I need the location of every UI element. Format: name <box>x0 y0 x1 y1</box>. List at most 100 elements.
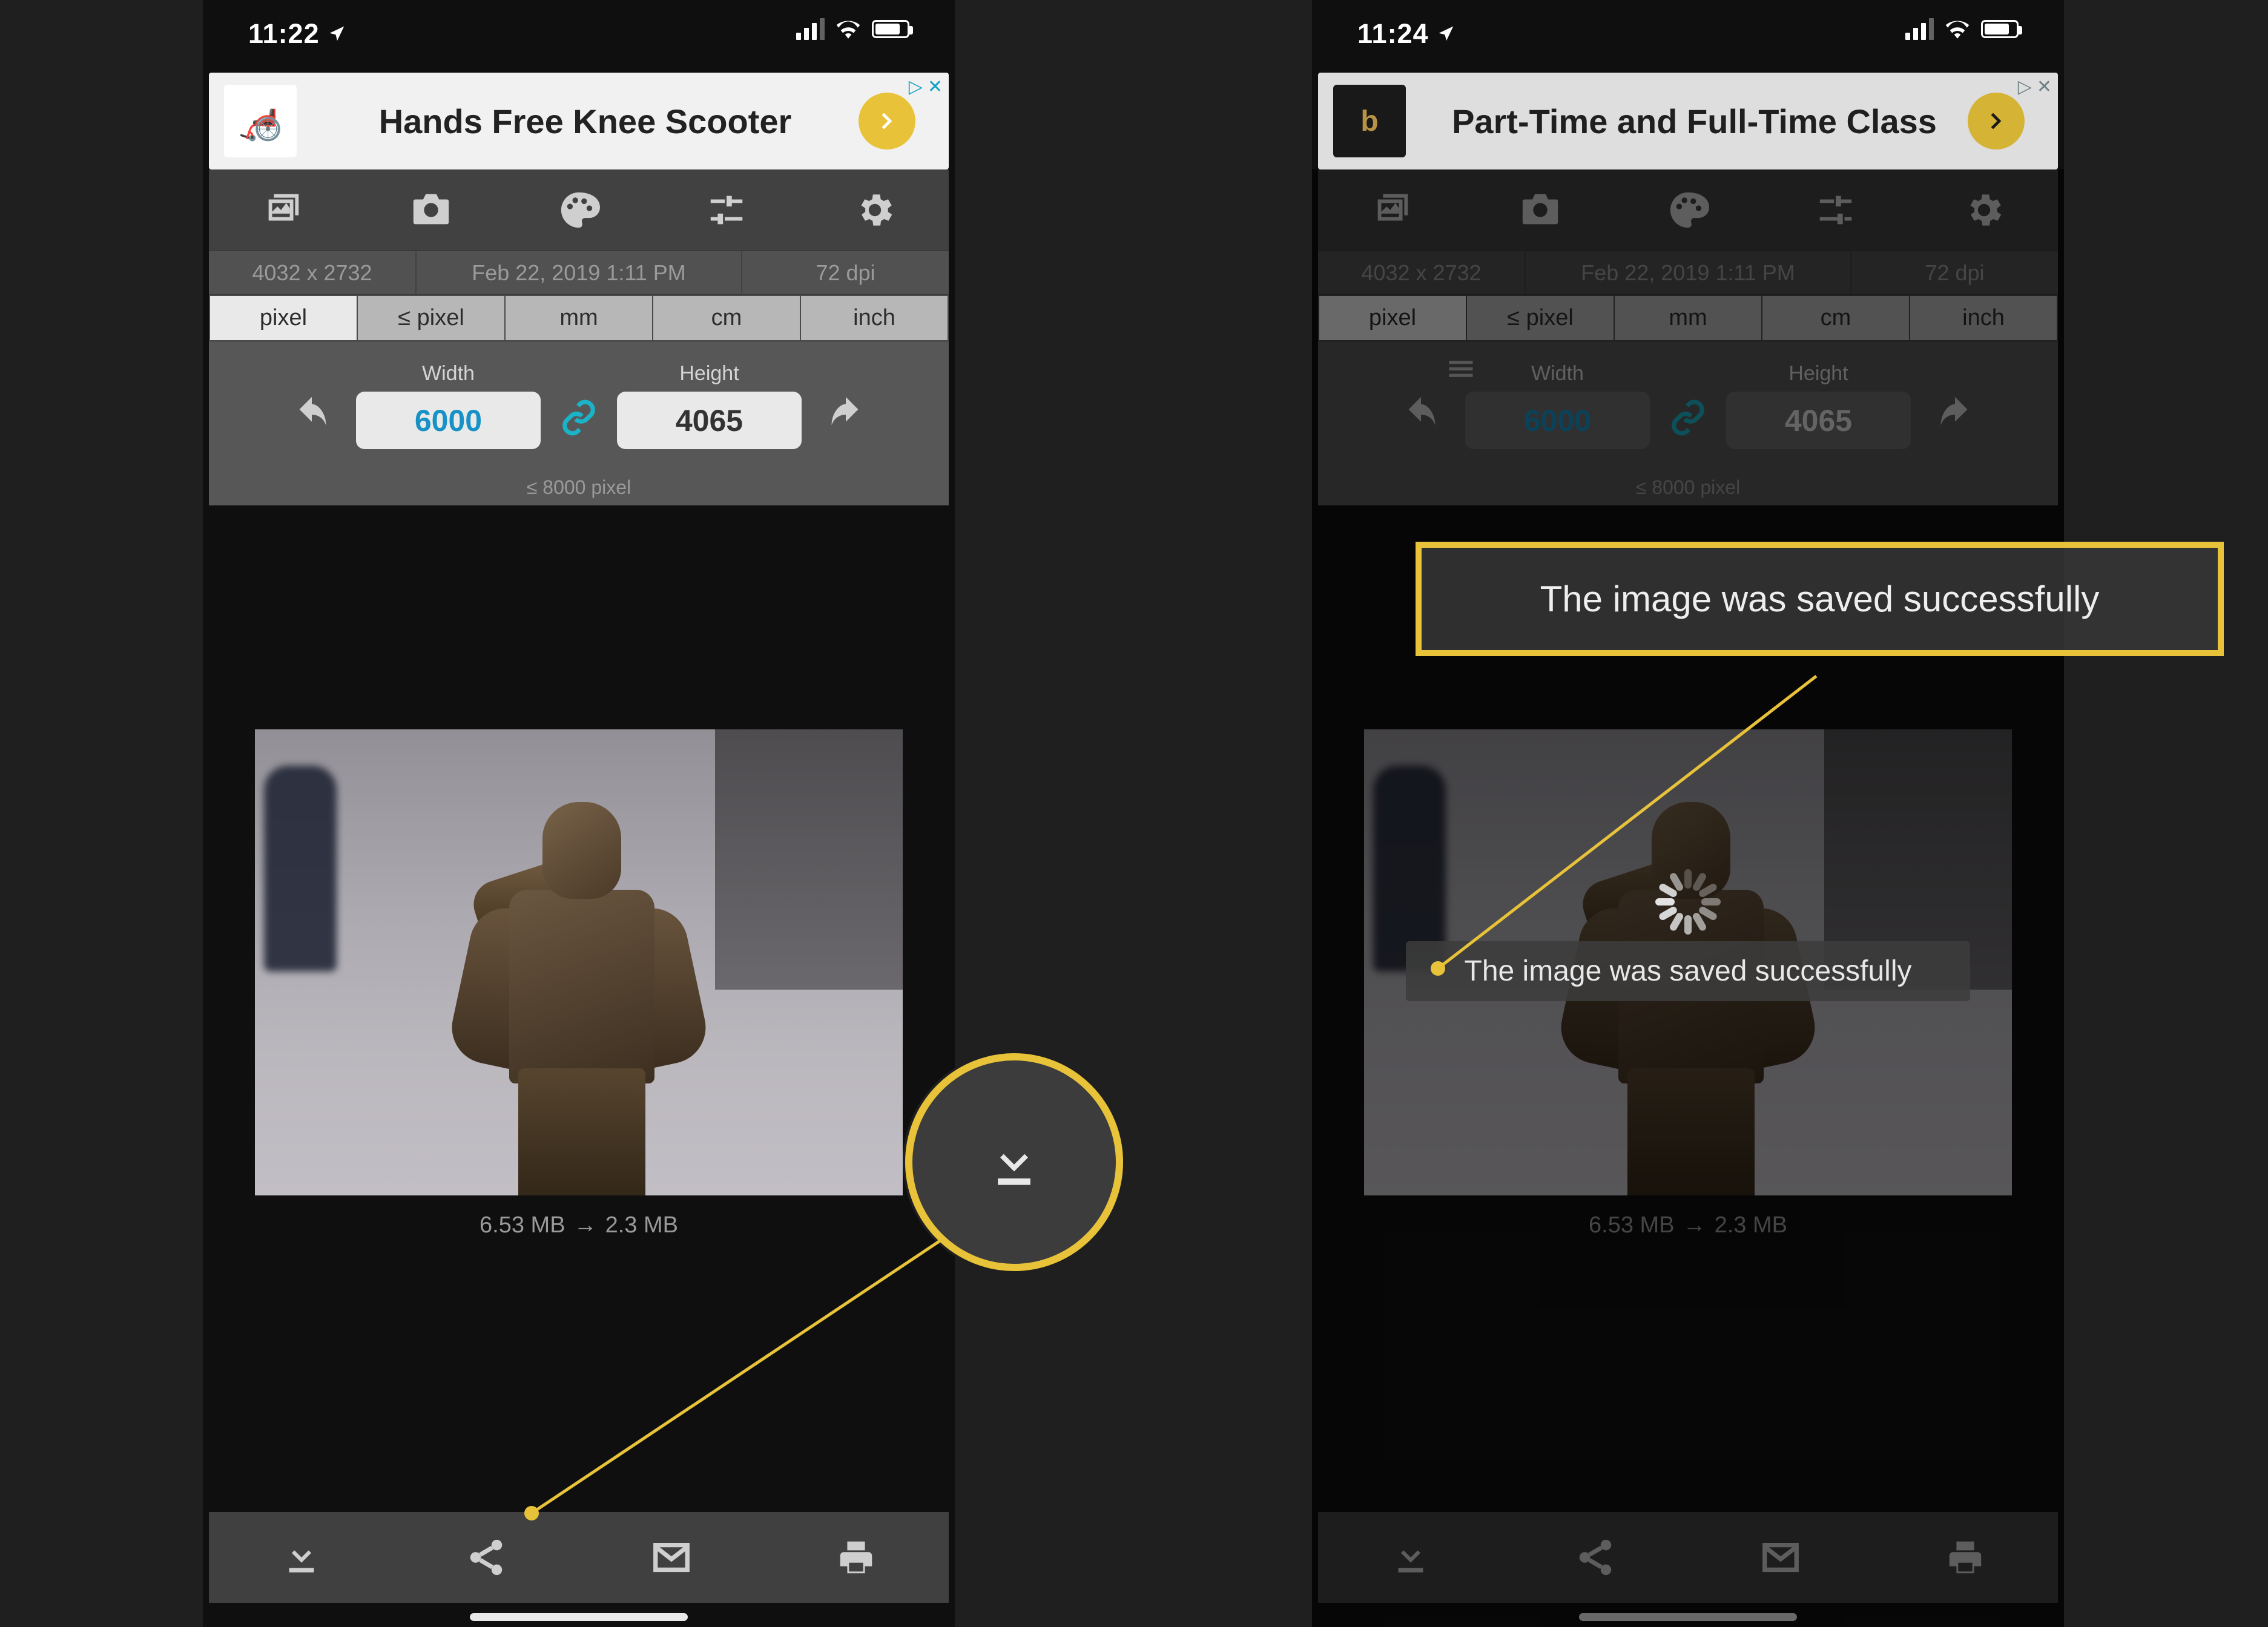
dimensions-row: Width 6000 Height 4065 <box>209 342 949 469</box>
gallery-button[interactable] <box>1347 169 1437 251</box>
home-indicator[interactable] <box>1579 1613 1797 1621</box>
print-button[interactable] <box>808 1512 905 1603</box>
height-input[interactable]: 4065 <box>1726 392 1911 449</box>
width-input[interactable]: 6000 <box>1465 392 1650 449</box>
height-label: Height <box>1788 362 1848 386</box>
max-size: ≤ 8000 pixel <box>1318 469 2058 505</box>
battery-icon <box>1981 20 2019 38</box>
chevron-right-icon <box>875 109 899 133</box>
image-preview[interactable]: 6.53 MB→2.3 MB <box>255 729 903 1238</box>
toast-message: The image was saved successfully <box>1406 941 1970 1001</box>
signal-icon <box>796 18 825 40</box>
width-input[interactable]: 6000 <box>356 392 541 449</box>
units-row: pixel ≤ pixel mm cm inch <box>1318 295 2058 342</box>
print-button[interactable] <box>1917 1512 2014 1603</box>
meta-dpi: 72 dpi <box>1851 251 2058 294</box>
phone-right: 11:24 b Part-Time and Full-Time Class ▷✕… <box>1312 0 2064 1627</box>
height-input[interactable]: 4065 <box>617 392 802 449</box>
share-button[interactable] <box>1547 1512 1644 1603</box>
max-size: ≤ 8000 pixel <box>209 469 949 505</box>
height-label: Height <box>679 362 739 386</box>
wifi-icon <box>836 19 861 39</box>
download-button[interactable] <box>253 1512 350 1603</box>
meta-dimensions: 4032 x 2732 <box>209 251 417 294</box>
redo-button[interactable] <box>1928 389 1982 444</box>
home-indicator[interactable] <box>470 1613 688 1621</box>
unit-inch[interactable]: inch <box>1910 295 2058 341</box>
ad-title: Part-Time and Full-Time Class <box>1421 102 1968 141</box>
unit-mm[interactable]: mm <box>506 295 653 341</box>
wifi-icon <box>1945 19 1970 39</box>
ad-cta-button[interactable] <box>1968 93 2025 150</box>
battery-icon <box>872 20 909 38</box>
ad-adchoices[interactable]: ▷✕ <box>909 76 943 97</box>
size-line: 6.53 MB→2.3 MB <box>1364 1212 2012 1238</box>
bottom-bar <box>1318 1512 2058 1603</box>
palette-button[interactable] <box>533 169 624 251</box>
ad-adchoices[interactable]: ▷✕ <box>2018 76 2052 97</box>
unit-cm[interactable]: cm <box>1762 295 1910 341</box>
dimensions-row: Width 6000 Height 4065 <box>1318 342 2058 469</box>
status-time: 11:22 <box>248 18 320 50</box>
email-button[interactable] <box>1732 1512 1829 1603</box>
units-row: pixel ≤ pixel mm cm inch <box>209 295 949 342</box>
toolbar: 4032 x 2732 Feb 22, 2019 1:11 PM 72 dpi … <box>209 169 949 505</box>
sliders-button[interactable] <box>1790 169 1881 251</box>
width-label: Width <box>1531 362 1584 386</box>
meta-date: Feb 22, 2019 1:11 PM <box>417 251 742 294</box>
preview-canvas <box>255 729 903 1195</box>
size-line: 6.53 MB→2.3 MB <box>255 1212 903 1238</box>
unit-cm[interactable]: cm <box>653 295 801 341</box>
ad-cta-button[interactable] <box>859 93 915 150</box>
palette-button[interactable] <box>1643 169 1733 251</box>
ad-banner[interactable]: b Part-Time and Full-Time Class ▷✕ <box>1318 73 2058 169</box>
link-icon[interactable] <box>558 396 600 439</box>
ad-logo: 🦽 <box>224 85 297 157</box>
tool-icons-row <box>1318 169 2058 251</box>
ad-title: Hands Free Knee Scooter <box>312 102 859 141</box>
sliders-button[interactable] <box>681 169 772 251</box>
unit-mm[interactable]: mm <box>1615 295 1762 341</box>
status-bar: 11:24 <box>1312 0 2064 73</box>
menu-icon[interactable] <box>1445 353 1477 387</box>
email-button[interactable] <box>623 1512 720 1603</box>
undo-button[interactable] <box>285 389 339 444</box>
spinner-icon <box>1651 866 1724 938</box>
share-button[interactable] <box>438 1512 535 1603</box>
unit-inch[interactable]: inch <box>801 295 949 341</box>
gallery-button[interactable] <box>237 169 328 251</box>
meta-date: Feb 22, 2019 1:11 PM <box>1526 251 1851 294</box>
unit-lte-pixel[interactable]: ≤ pixel <box>1467 295 1615 341</box>
ad-banner[interactable]: 🦽 Hands Free Knee Scooter ▷✕ <box>209 73 949 169</box>
chevron-right-icon <box>1984 109 2008 133</box>
unit-pixel[interactable]: pixel <box>1318 295 1467 341</box>
meta-dimensions: 4032 x 2732 <box>1318 251 1526 294</box>
meta-dpi: 72 dpi <box>742 251 949 294</box>
size-before: 6.53 MB <box>480 1212 565 1238</box>
meta-row: 4032 x 2732 Feb 22, 2019 1:11 PM 72 dpi <box>1318 251 2058 295</box>
size-before: 6.53 MB <box>1589 1212 1675 1238</box>
camera-button[interactable] <box>386 169 476 251</box>
ad-logo: b <box>1333 85 1406 157</box>
signal-icon <box>1905 18 1934 40</box>
settings-button[interactable] <box>829 169 920 251</box>
location-icon <box>328 25 346 43</box>
status-time: 11:24 <box>1357 18 1429 50</box>
width-label: Width <box>422 362 475 386</box>
unit-lte-pixel[interactable]: ≤ pixel <box>358 295 506 341</box>
redo-button[interactable] <box>819 389 873 444</box>
tool-icons-row <box>209 169 949 251</box>
status-bar: 11:22 <box>203 0 955 73</box>
meta-row: 4032 x 2732 Feb 22, 2019 1:11 PM 72 dpi <box>209 251 949 295</box>
toolbar: 4032 x 2732 Feb 22, 2019 1:11 PM 72 dpi … <box>1318 169 2058 505</box>
undo-button[interactable] <box>1394 389 1448 444</box>
size-after: 2.3 MB <box>1715 1212 1787 1238</box>
size-after: 2.3 MB <box>605 1212 678 1238</box>
unit-pixel[interactable]: pixel <box>209 295 358 341</box>
settings-button[interactable] <box>1939 169 2029 251</box>
bottom-bar <box>209 1512 949 1603</box>
phone-left: 11:22 🦽 Hands Free Knee Scooter ▷✕ 4032 … <box>203 0 955 1627</box>
camera-button[interactable] <box>1495 169 1586 251</box>
link-icon[interactable] <box>1667 396 1709 439</box>
download-button[interactable] <box>1362 1512 1459 1603</box>
